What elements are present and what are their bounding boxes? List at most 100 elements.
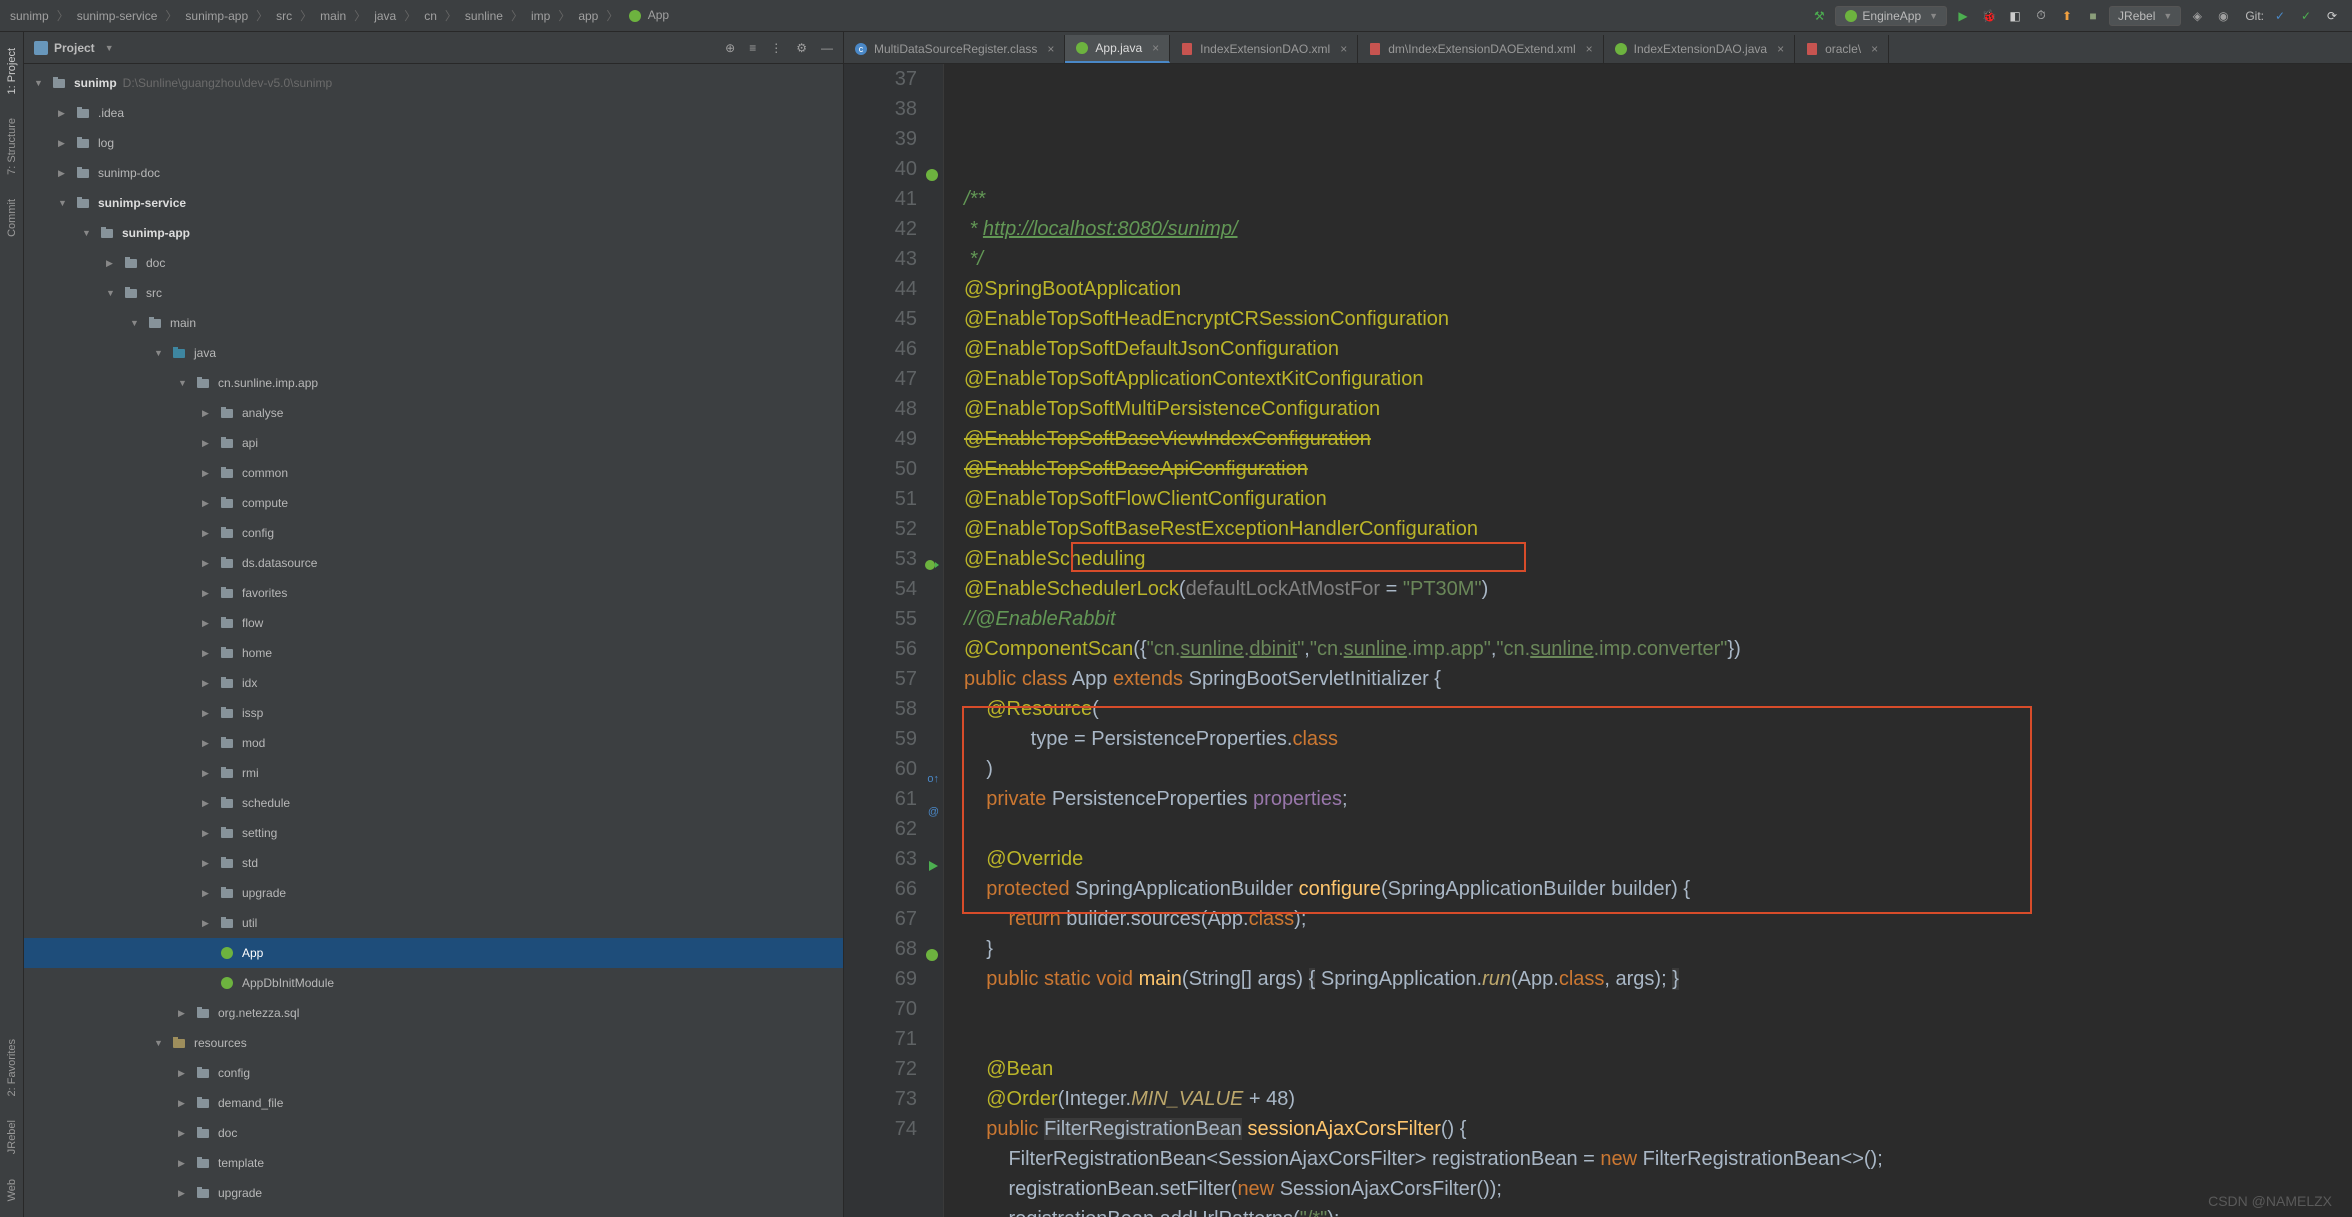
- select-opened-file-icon[interactable]: ⊕: [725, 41, 735, 55]
- settings-icon[interactable]: ⚙: [796, 41, 807, 55]
- code-line[interactable]: public static void main(String[] args) {…: [964, 964, 2352, 994]
- tree-node[interactable]: org.netezza.sql: [24, 998, 843, 1028]
- code-line[interactable]: //@EnableRabbit: [964, 604, 2352, 634]
- breadcrumb-item[interactable]: sunimp-app: [183, 9, 250, 23]
- breadcrumb-item[interactable]: cn: [422, 9, 439, 23]
- tree-node[interactable]: config: [24, 1058, 843, 1088]
- breadcrumb-item[interactable]: java: [372, 9, 398, 23]
- tree-node[interactable]: upgrade: [24, 1178, 843, 1208]
- breadcrumb[interactable]: sunimp〉sunimp-service〉sunimp-app〉src〉mai…: [0, 7, 1809, 24]
- tree-node[interactable]: java: [24, 338, 843, 368]
- tree-node[interactable]: cn.sunline.imp.app: [24, 368, 843, 398]
- code-line[interactable]: @EnableScheduling: [964, 544, 2352, 574]
- breadcrumb-item[interactable]: app: [576, 9, 600, 23]
- code-line[interactable]: ): [964, 754, 2352, 784]
- tree-node[interactable]: sunimp-doc: [24, 158, 843, 188]
- code-line[interactable]: @SpringBootApplication: [964, 274, 2352, 304]
- git-update-icon[interactable]: ✓: [2270, 6, 2290, 26]
- tree-node[interactable]: flow: [24, 608, 843, 638]
- tree-node[interactable]: doc: [24, 1118, 843, 1148]
- gutter-marker-spring[interactable]: [925, 161, 939, 175]
- commit-tool-tab[interactable]: Commit: [4, 191, 20, 245]
- code-line[interactable]: return builder.sources(App.class);: [964, 904, 2352, 934]
- breadcrumb-item[interactable]: App: [624, 8, 671, 23]
- breadcrumb-item[interactable]: main: [318, 9, 348, 23]
- editor-tab[interactable]: App.java×: [1065, 35, 1170, 63]
- breadcrumb-item[interactable]: sunline: [463, 9, 505, 23]
- code-line[interactable]: @Bean: [964, 1054, 2352, 1084]
- code-line[interactable]: @ComponentScan({"cn.sunline.dbinit","cn.…: [964, 634, 2352, 664]
- code-line[interactable]: @EnableSchedulerLock(defaultLockAtMostFo…: [964, 574, 2352, 604]
- code-line[interactable]: @EnableTopSoftBaseViewIndexConfiguration: [964, 424, 2352, 454]
- code-line[interactable]: public class App extends SpringBootServl…: [964, 664, 2352, 694]
- code-line[interactable]: @EnableTopSoftApplicationContextKitConfi…: [964, 364, 2352, 394]
- editor-tab[interactable]: cMultiDataSourceRegister.class×: [844, 35, 1065, 63]
- tree-node[interactable]: src: [24, 278, 843, 308]
- project-tree[interactable]: sunimpD:\Sunline\guangzhou\dev-v5.0\suni…: [24, 64, 843, 1217]
- tree-node[interactable]: doc: [24, 248, 843, 278]
- code-line[interactable]: @EnableTopSoftBaseRestExceptionHandlerCo…: [964, 514, 2352, 544]
- tree-node[interactable]: sunimp-app: [24, 218, 843, 248]
- tree-node[interactable]: demand_file: [24, 1088, 843, 1118]
- run-configuration-selector[interactable]: EngineApp▼: [1835, 6, 1947, 26]
- code-content[interactable]: /** * http://localhost:8080/sunimp/ */@S…: [944, 64, 2352, 1217]
- close-tab-icon[interactable]: ×: [1871, 42, 1878, 56]
- tree-node[interactable]: home: [24, 638, 843, 668]
- gutter-marker-run[interactable]: [925, 551, 939, 565]
- tree-node[interactable]: upgrade: [24, 878, 843, 908]
- code-line[interactable]: [964, 1024, 2352, 1054]
- tree-node[interactable]: rmi: [24, 758, 843, 788]
- tree-node[interactable]: schedule: [24, 788, 843, 818]
- editor-tab[interactable]: oracle\×: [1795, 35, 1889, 63]
- expand-all-icon[interactable]: ≡: [749, 41, 756, 55]
- run-button[interactable]: ▶: [1953, 6, 1973, 26]
- code-editor[interactable]: 3738394041424344454647484950515253545556…: [844, 64, 2352, 1217]
- project-panel-title[interactable]: Project▼: [34, 41, 114, 55]
- git-commit-icon[interactable]: ✓: [2296, 6, 2316, 26]
- code-line[interactable]: public FilterRegistrationBean sessionAja…: [964, 1114, 2352, 1144]
- tree-node[interactable]: util: [24, 908, 843, 938]
- tree-node[interactable]: issp: [24, 698, 843, 728]
- coverage-button[interactable]: ◧: [2005, 6, 2025, 26]
- code-line[interactable]: protected SpringApplicationBuilder confi…: [964, 874, 2352, 904]
- code-line[interactable]: */: [964, 244, 2352, 274]
- build-icon[interactable]: ⚒: [1809, 6, 1829, 26]
- jrebel-selector[interactable]: JRebel▼: [2109, 6, 2181, 26]
- git-history-icon[interactable]: ⟳: [2322, 6, 2342, 26]
- code-line[interactable]: @EnableTopSoftHeadEncryptCRSessionConfig…: [964, 304, 2352, 334]
- collapse-all-icon[interactable]: ⋮: [770, 41, 782, 55]
- tree-node[interactable]: analyse: [24, 398, 843, 428]
- profiler-button[interactable]: ⏱: [2031, 6, 2051, 26]
- gutter-marker-over[interactable]: o↑ @: [925, 761, 939, 775]
- tree-node[interactable]: std: [24, 848, 843, 878]
- breadcrumb-item[interactable]: src: [274, 9, 294, 23]
- jrebel-icon-2[interactable]: ◉: [2213, 6, 2233, 26]
- tree-node[interactable]: mod: [24, 728, 843, 758]
- tree-node[interactable]: resources: [24, 1028, 843, 1058]
- favorites-tool-tab[interactable]: 2: Favorites: [4, 1031, 20, 1104]
- code-line[interactable]: * http://localhost:8080/sunimp/: [964, 214, 2352, 244]
- tree-node[interactable]: setting: [24, 818, 843, 848]
- close-tab-icon[interactable]: ×: [1340, 42, 1347, 56]
- tree-node[interactable]: api: [24, 428, 843, 458]
- debug-button[interactable]: 🐞: [1979, 6, 1999, 26]
- close-tab-icon[interactable]: ×: [1586, 42, 1593, 56]
- close-tab-icon[interactable]: ×: [1152, 41, 1159, 55]
- breadcrumb-item[interactable]: imp: [529, 9, 552, 23]
- code-line[interactable]: }: [964, 934, 2352, 964]
- tree-node[interactable]: log: [24, 128, 843, 158]
- code-line[interactable]: @EnableTopSoftMultiPersistenceConfigurat…: [964, 394, 2352, 424]
- gutter-marker-bean[interactable]: [925, 941, 939, 955]
- stop-button[interactable]: ■: [2083, 6, 2103, 26]
- close-tab-icon[interactable]: ×: [1047, 42, 1054, 56]
- jrebel-icon-1[interactable]: ◈: [2187, 6, 2207, 26]
- code-line[interactable]: type = PersistenceProperties.class: [964, 724, 2352, 754]
- tree-node[interactable]: template: [24, 1148, 843, 1178]
- structure-tool-tab[interactable]: 7: Structure: [4, 110, 20, 183]
- code-line[interactable]: private PersistenceProperties properties…: [964, 784, 2352, 814]
- tree-node[interactable]: sunimp-service: [24, 188, 843, 218]
- code-line[interactable]: registrationBean.setFilter(new SessionAj…: [964, 1174, 2352, 1204]
- breadcrumb-item[interactable]: sunimp: [8, 9, 51, 23]
- code-line[interactable]: @EnableTopSoftFlowClientConfiguration: [964, 484, 2352, 514]
- code-line[interactable]: @Resource(: [964, 694, 2352, 724]
